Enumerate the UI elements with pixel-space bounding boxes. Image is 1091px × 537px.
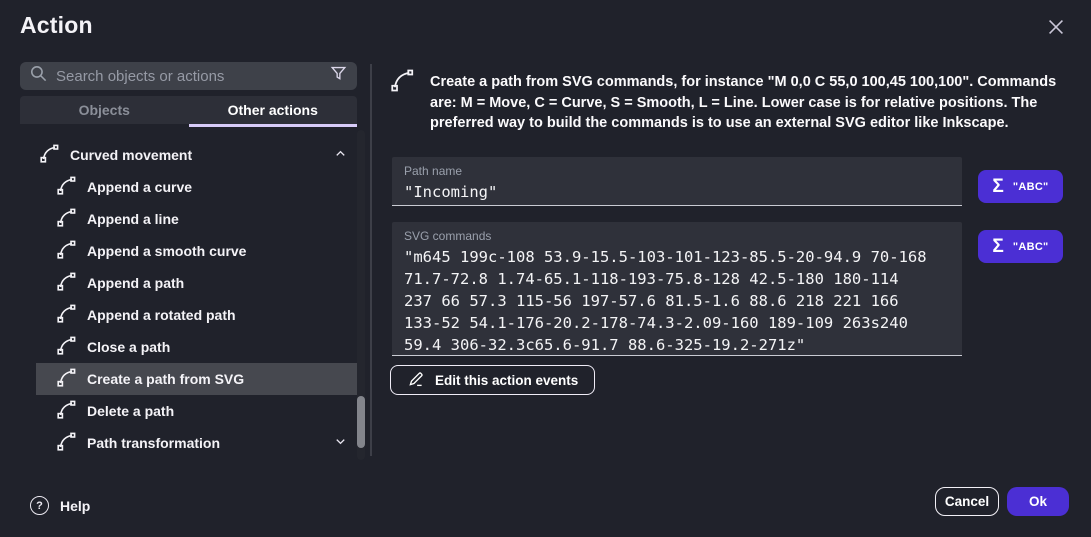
active-tab-underline <box>189 124 358 127</box>
list-scrollbar-thumb[interactable] <box>357 396 365 448</box>
curve-icon <box>55 366 79 393</box>
action-dialog: Action Objects Other actions Curved move… <box>0 0 1091 537</box>
svg-commands-field: SVG commands "m645 199c-108 53.9-15.5-10… <box>392 222 962 356</box>
dialog-title: Action <box>20 12 93 39</box>
list-item-delete-a-path[interactable]: Delete a path <box>36 395 358 427</box>
cancel-button[interactable]: Cancel <box>935 487 999 516</box>
action-description: Create a path from SVG commands, for ins… <box>430 72 1070 134</box>
curve-icon <box>55 270 79 297</box>
list-item-create-a-path-from-svg[interactable]: Create a path from SVG <box>36 363 358 395</box>
pencil-icon <box>407 370 425 391</box>
tab-objects[interactable]: Objects <box>20 96 189 124</box>
svg-commands-expression-button[interactable]: Σ "ABC" <box>978 230 1063 263</box>
ok-button[interactable]: Ok <box>1007 487 1069 516</box>
curve-icon <box>55 334 79 361</box>
list-item-curved-movement[interactable]: Curved movement <box>36 139 358 171</box>
help-icon: ? <box>30 496 49 515</box>
svg-commands-label: SVG commands <box>404 229 950 243</box>
sigma-icon: Σ <box>992 237 1003 256</box>
list-item-path-transformation[interactable]: Path transformation <box>36 427 358 459</box>
svg-commands-input[interactable]: "m645 199c-108 53.9-15.5-103-101-123-85.… <box>404 246 950 356</box>
curve-icon <box>388 66 418 101</box>
edit-action-events-button[interactable]: Edit this action events <box>390 365 595 395</box>
curve-icon <box>55 302 79 329</box>
path-name-input[interactable]: "Incoming" <box>404 181 950 203</box>
list-item-append-a-smooth-curve[interactable]: Append a smooth curve <box>36 235 358 267</box>
curve-icon <box>55 398 79 425</box>
panel-divider <box>370 64 372 456</box>
path-name-label: Path name <box>404 164 950 178</box>
chevron-down-icon <box>333 434 348 452</box>
help-button[interactable]: ? Help <box>30 496 90 515</box>
list-item-append-a-rotated-path[interactable]: Append a rotated path <box>36 299 358 331</box>
tab-other-actions[interactable]: Other actions <box>189 96 358 124</box>
close-icon[interactable] <box>1045 16 1067 38</box>
list-item-close-a-path[interactable]: Close a path <box>36 331 358 363</box>
path-name-field: Path name "Incoming" <box>392 157 962 206</box>
curve-icon <box>55 430 79 457</box>
filter-icon[interactable] <box>329 64 348 88</box>
list-item-append-a-line[interactable]: Append a line <box>36 203 358 235</box>
search-icon <box>29 64 48 88</box>
curve-icon <box>38 142 62 169</box>
sigma-icon: Σ <box>992 177 1003 196</box>
search-input[interactable] <box>56 68 329 85</box>
chevron-up-icon <box>333 146 348 164</box>
actions-list: Curved movement Append a curve Append a … <box>36 139 358 459</box>
tab-bar: Objects Other actions <box>20 96 357 124</box>
search-bar <box>20 62 357 90</box>
curve-icon <box>55 206 79 233</box>
list-item-append-a-curve[interactable]: Append a curve <box>36 171 358 203</box>
path-name-expression-button[interactable]: Σ "ABC" <box>978 170 1063 203</box>
curve-icon <box>55 238 79 265</box>
curve-icon <box>55 174 79 201</box>
list-item-append-a-path[interactable]: Append a path <box>36 267 358 299</box>
